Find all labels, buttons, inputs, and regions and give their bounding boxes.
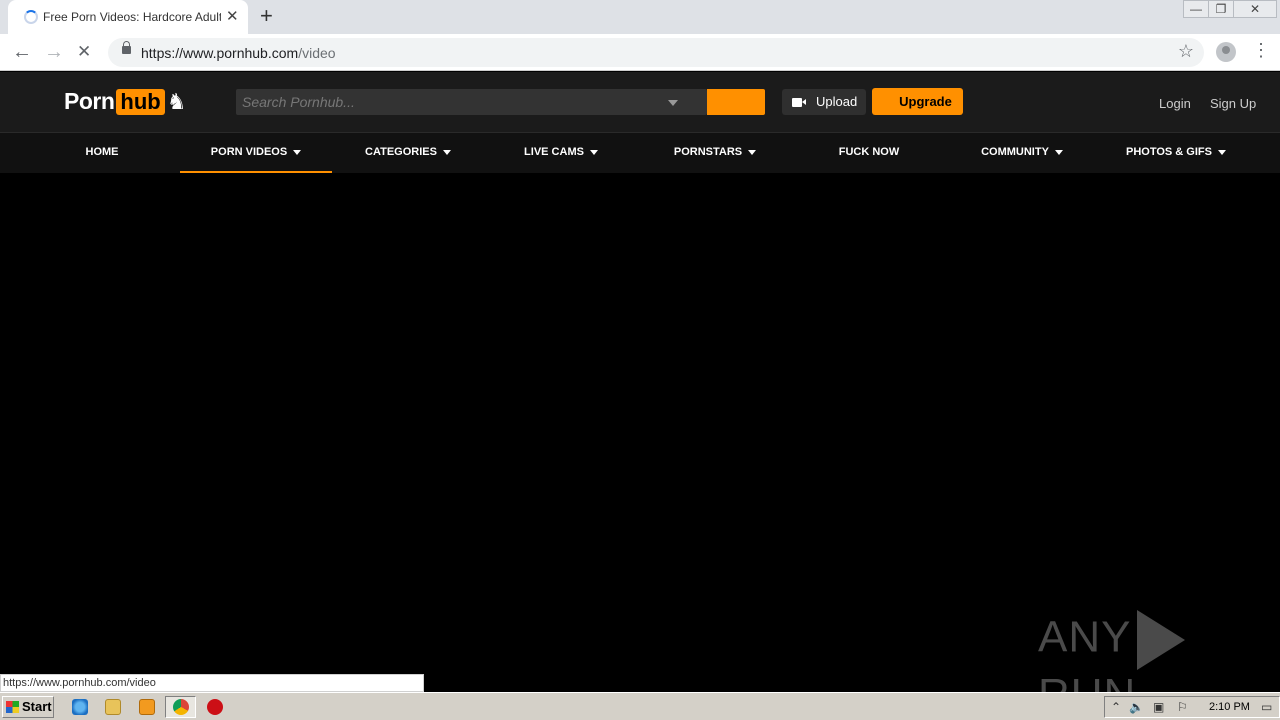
folder-icon[interactable] (105, 699, 121, 715)
start-button[interactable]: Start (2, 696, 54, 718)
nav-fuck-now[interactable]: FUCK NOW (793, 133, 945, 173)
address-bar[interactable]: https://www.pornhub.com/video ☆ (108, 38, 1204, 67)
network-icon[interactable]: ▣ (1153, 700, 1164, 714)
bookmark-star-icon[interactable]: ☆ (1178, 41, 1194, 62)
site-nav: HOME PORN VIDEOS CATEGORIES LIVE CAMS PO… (0, 132, 1280, 173)
nav-label: PHOTOS & GIFS (1126, 146, 1212, 158)
unicorn-mascot-icon: ♞ (166, 89, 187, 114)
upload-label: Upload (816, 94, 858, 109)
browser-tabstrip: Free Porn Videos: Hardcore Adult Sex ✕ +… (0, 0, 1280, 34)
nav-pornstars[interactable]: PORNSTARS (639, 133, 791, 173)
link-status-bubble: https://www.pornhub.com/video (0, 674, 424, 692)
forward-button[interactable]: → (44, 40, 64, 64)
loading-spinner-icon (24, 10, 38, 24)
chrome-taskbar-button[interactable] (165, 696, 196, 718)
search-input[interactable] (236, 89, 656, 115)
lock-icon (122, 41, 131, 54)
nav-label: FUCK NOW (838, 146, 900, 158)
action-center-flag-icon[interactable]: ⚐ (1177, 700, 1188, 714)
upgrade-button[interactable]: Upgrade (872, 88, 963, 115)
search-filter-dropdown-icon[interactable] (668, 100, 678, 106)
window-close-button[interactable]: ✕ (1233, 0, 1277, 18)
caret-down-icon (748, 149, 757, 155)
signup-link[interactable]: Sign Up (1210, 96, 1256, 111)
media-player-icon[interactable] (139, 699, 155, 715)
logo-text-porn: Porn (64, 88, 115, 114)
nav-categories[interactable]: CATEGORIES (332, 133, 484, 173)
upload-button[interactable]: Upload (782, 89, 866, 115)
url-host: https://www.pornhub.com (141, 45, 299, 61)
url-path: /video (298, 45, 336, 61)
tab-close-icon[interactable]: ✕ (226, 7, 239, 25)
start-label: Start (22, 699, 52, 714)
nav-home[interactable]: HOME (24, 133, 180, 173)
login-link[interactable]: Login (1159, 96, 1191, 111)
windows-taskbar: Start ⌃ 🔈 ▣ ⚐ ▭ 2:10 PM (0, 692, 1280, 720)
new-tab-button[interactable]: + (260, 4, 273, 28)
site-header: Pornhub♞ Upload Upgrade Login Sign Up (0, 72, 1280, 132)
restore-button[interactable]: ❐ (1208, 0, 1234, 18)
caret-down-icon (442, 149, 451, 155)
caret-down-icon (1217, 149, 1226, 155)
nav-label: CATEGORIES (365, 146, 437, 158)
site-logo[interactable]: Porn hub ♞ (64, 88, 186, 118)
tab-title: Free Porn Videos: Hardcore Adult Sex (43, 10, 221, 24)
opera-icon[interactable] (207, 699, 223, 715)
play-icon (1137, 610, 1186, 670)
chrome-icon (173, 699, 189, 715)
video-camera-icon (792, 98, 806, 107)
nav-label: LIVE CAMS (524, 146, 584, 158)
nav-live-cams[interactable]: LIVE CAMS (485, 133, 637, 173)
show-desktop-icon[interactable]: ▭ (1261, 700, 1272, 714)
taskbar-clock[interactable]: 2:10 PM (1209, 701, 1250, 713)
tray-expand-icon[interactable]: ⌃ (1111, 700, 1121, 714)
browser-toolbar: ← → ✕ https://www.pornhub.com/video ☆ ⋮ (0, 34, 1280, 71)
nav-label: PORN VIDEOS (210, 146, 288, 158)
search-button[interactable] (707, 89, 765, 115)
windows-flag-icon (6, 701, 19, 713)
caret-down-icon (293, 149, 302, 155)
caret-down-icon (589, 149, 598, 155)
logo-text-hub: hub (116, 89, 165, 115)
minimize-button[interactable]: — (1183, 0, 1209, 18)
back-button[interactable]: ← (12, 40, 32, 64)
browser-menu-icon[interactable]: ⋮ (1252, 40, 1270, 61)
search-box (236, 89, 707, 115)
nav-label: HOME (85, 146, 119, 158)
volume-icon[interactable]: 🔈 (1129, 700, 1144, 714)
browser-tab[interactable]: Free Porn Videos: Hardcore Adult Sex ✕ (8, 0, 248, 34)
address-url[interactable]: https://www.pornhub.com/video (141, 45, 336, 61)
nav-community[interactable]: COMMUNITY (946, 133, 1098, 173)
watermark-text-left: ANY (1038, 612, 1132, 662)
nav-photos-gifs[interactable]: PHOTOS & GIFS (1100, 133, 1252, 173)
caret-down-icon (1054, 149, 1063, 155)
stop-loading-button[interactable]: ✕ (77, 40, 91, 64)
nav-porn-videos[interactable]: PORN VIDEOS (180, 133, 332, 173)
ie-icon[interactable] (72, 699, 88, 715)
profile-avatar-icon[interactable] (1216, 42, 1236, 62)
nav-label: COMMUNITY (981, 146, 1049, 158)
system-tray: ⌃ 🔈 ▣ ⚐ ▭ (1104, 696, 1280, 718)
nav-label: PORNSTARS (673, 146, 743, 158)
